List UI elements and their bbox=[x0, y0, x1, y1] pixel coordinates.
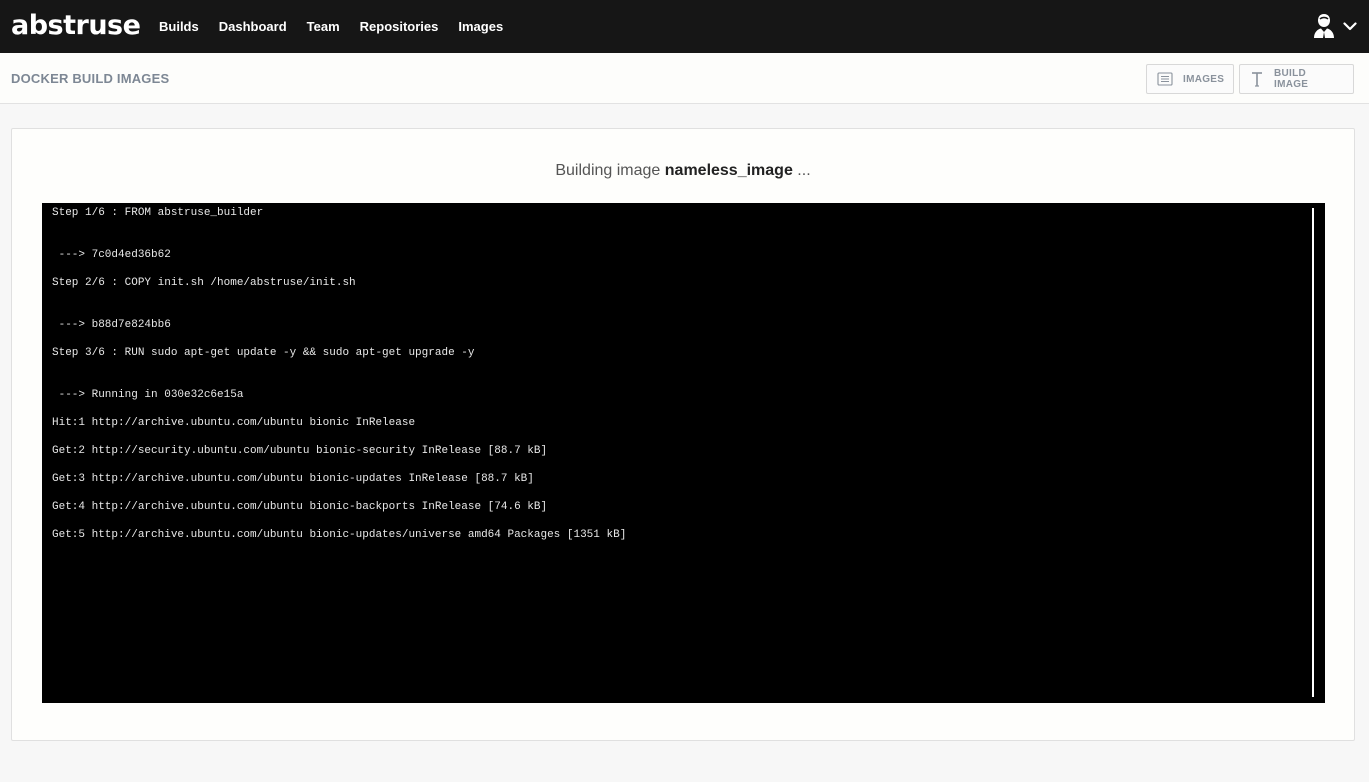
log-line: Get:2 http://security.ubuntu.com/ubuntu … bbox=[52, 445, 548, 457]
log-line: Get:5 http://archive.ubuntu.com/ubuntu b… bbox=[52, 529, 627, 541]
images-button-label: IMAGES bbox=[1183, 73, 1225, 85]
app-logo[interactable]: abstruse bbox=[11, 9, 141, 43]
build-panel: Building image nameless_image ... Step 1… bbox=[11, 128, 1355, 741]
build-log-terminal[interactable]: Step 1/6 : FROM abstruse_builder ---> 7c… bbox=[42, 203, 1325, 703]
log-line: Step 3/6 : RUN sudo apt-get update -y &&… bbox=[52, 347, 475, 359]
log-line: Step 1/6 : FROM abstruse_builder bbox=[52, 207, 264, 219]
list-icon bbox=[1157, 72, 1173, 86]
nav-images[interactable]: Images bbox=[458, 19, 503, 34]
log-line: Get:4 http://archive.ubuntu.com/ubuntu b… bbox=[52, 501, 548, 513]
user-avatar-icon bbox=[1313, 13, 1335, 39]
text-icon bbox=[1250, 71, 1264, 87]
nav-dashboard[interactable]: Dashboard bbox=[219, 19, 287, 34]
log-line: ---> b88d7e824bb6 bbox=[52, 319, 171, 331]
top-navbar: abstruse Builds Dashboard Team Repositor… bbox=[0, 0, 1369, 53]
build-status-prefix: Building image bbox=[555, 162, 661, 179]
terminal-output: Step 1/6 : FROM abstruse_builder ---> 7c… bbox=[52, 206, 1302, 542]
log-line: Get:3 http://archive.ubuntu.com/ubuntu b… bbox=[52, 473, 534, 485]
user-menu[interactable] bbox=[1313, 12, 1357, 40]
log-line: Step 2/6 : COPY init.sh /home/abstruse/i… bbox=[52, 277, 356, 289]
chevron-down-icon bbox=[1343, 21, 1357, 31]
log-line: ---> 7c0d4ed36b62 bbox=[52, 249, 171, 261]
nav-repositories[interactable]: Repositories bbox=[360, 19, 439, 34]
build-image-button[interactable]: BUILD IMAGE bbox=[1239, 64, 1354, 94]
build-status-suffix: ... bbox=[797, 162, 811, 179]
main-nav: Builds Dashboard Team Repositories Image… bbox=[159, 0, 523, 53]
terminal-scrollbar[interactable] bbox=[1312, 208, 1314, 697]
nav-builds[interactable]: Builds bbox=[159, 19, 199, 34]
build-status: Building image nameless_image ... bbox=[12, 162, 1354, 180]
images-button[interactable]: IMAGES bbox=[1146, 64, 1234, 94]
page-title: DOCKER BUILD IMAGES bbox=[11, 71, 170, 86]
build-image-button-label: BUILD IMAGE bbox=[1274, 68, 1309, 90]
image-name: nameless_image bbox=[664, 162, 793, 179]
nav-team[interactable]: Team bbox=[307, 19, 340, 34]
page-header: DOCKER BUILD IMAGES IMAGES BUILD IMAGE bbox=[0, 53, 1369, 104]
log-line: Hit:1 http://archive.ubuntu.com/ubuntu b… bbox=[52, 417, 416, 429]
log-line: ---> Running in 030e32c6e15a bbox=[52, 389, 244, 401]
